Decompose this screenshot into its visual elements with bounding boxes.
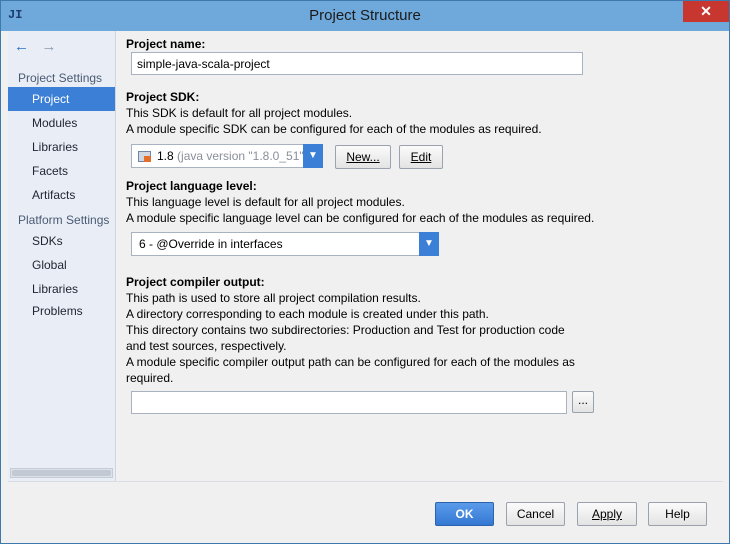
compiler-output-description-4: and test sources, respectively. bbox=[126, 339, 287, 353]
compiler-output-description-1: This path is used to store all project c… bbox=[126, 291, 421, 305]
sidebar-item-modules[interactable]: Modules bbox=[8, 111, 115, 135]
sdk-name: 1.8 bbox=[157, 149, 174, 163]
chevron-down-icon[interactable]: ▼ bbox=[419, 232, 439, 256]
sidebar-item-project[interactable]: Project bbox=[8, 87, 115, 111]
dialog-content: ← → Project Settings Project Modules Lib… bbox=[8, 31, 723, 538]
apply-button[interactable]: Apply bbox=[577, 502, 637, 526]
language-level-description-1: This language level is default for all p… bbox=[126, 195, 405, 209]
window-title: Project Structure bbox=[309, 7, 421, 24]
sidebar-item-sdks[interactable]: SDKs bbox=[8, 229, 115, 253]
project-sdk-label: Project SDK: bbox=[126, 90, 200, 104]
language-level-value: 6 - @Override in interfaces bbox=[139, 237, 283, 251]
compiler-output-description-6: required. bbox=[126, 371, 174, 385]
compiler-output-label: Project compiler output: bbox=[126, 275, 265, 289]
compiler-output-description-2: A directory corresponding to each module… bbox=[126, 307, 489, 321]
sidebar-horizontal-scrollbar[interactable] bbox=[10, 468, 113, 478]
sdk-description-1: This SDK is default for all project modu… bbox=[126, 106, 353, 120]
project-name-input[interactable] bbox=[131, 52, 583, 75]
compiler-output-description-5: A module specific compiler output path c… bbox=[126, 355, 575, 369]
language-level-select[interactable]: 6 - @Override in interfaces ▼ bbox=[131, 232, 439, 256]
sidebar: ← → Project Settings Project Modules Lib… bbox=[8, 31, 116, 481]
compiler-output-path-input[interactable] bbox=[131, 391, 567, 414]
chevron-down-icon[interactable]: ▼ bbox=[303, 144, 323, 168]
sidebar-item-global-libraries[interactable]: Global Libraries bbox=[8, 253, 115, 296]
scrollbar-thumb[interactable] bbox=[12, 470, 111, 476]
project-name-label: Project name: bbox=[126, 37, 206, 51]
jdk-folder-icon bbox=[138, 151, 151, 162]
project-settings-heading: Project Settings bbox=[18, 71, 103, 85]
browse-button[interactable]: ... bbox=[572, 391, 594, 413]
language-level-label: Project language level: bbox=[126, 179, 257, 193]
help-button[interactable]: Help bbox=[648, 502, 707, 526]
nav-arrows: ← → bbox=[14, 39, 59, 57]
sdk-description-2: A module specific SDK can be configured … bbox=[126, 122, 542, 136]
cancel-button[interactable]: Cancel bbox=[506, 502, 565, 526]
new-sdk-button[interactable]: New... bbox=[335, 145, 391, 169]
back-arrow-icon[interactable]: ← bbox=[14, 39, 32, 55]
forward-arrow-icon[interactable]: → bbox=[41, 39, 59, 55]
footer-separator bbox=[8, 481, 723, 482]
project-settings-panel: Project name: Project SDK: This SDK is d… bbox=[125, 31, 723, 481]
sdk-select[interactable]: 1.8 (java version "1.8.0_51") ▼ bbox=[131, 144, 323, 168]
title-bar[interactable]: JI Project Structure ✕ bbox=[1, 1, 729, 31]
platform-settings-heading: Platform Settings bbox=[18, 213, 110, 227]
edit-sdk-button[interactable]: Edit bbox=[399, 145, 443, 169]
sidebar-item-problems[interactable]: Problems bbox=[8, 299, 115, 323]
sidebar-item-libraries[interactable]: Libraries bbox=[8, 135, 115, 159]
project-structure-window: JI Project Structure ✕ ← → Project Setti… bbox=[0, 0, 730, 544]
ok-button[interactable]: OK bbox=[435, 502, 494, 526]
compiler-output-description-3: This directory contains two subdirectori… bbox=[126, 323, 565, 337]
sdk-version: (java version "1.8.0_51") bbox=[177, 149, 308, 163]
close-button[interactable]: ✕ bbox=[683, 1, 729, 22]
sidebar-item-facets[interactable]: Facets bbox=[8, 159, 115, 183]
language-level-description-2: A module specific language level can be … bbox=[126, 211, 595, 225]
sidebar-item-artifacts[interactable]: Artifacts bbox=[8, 183, 115, 207]
